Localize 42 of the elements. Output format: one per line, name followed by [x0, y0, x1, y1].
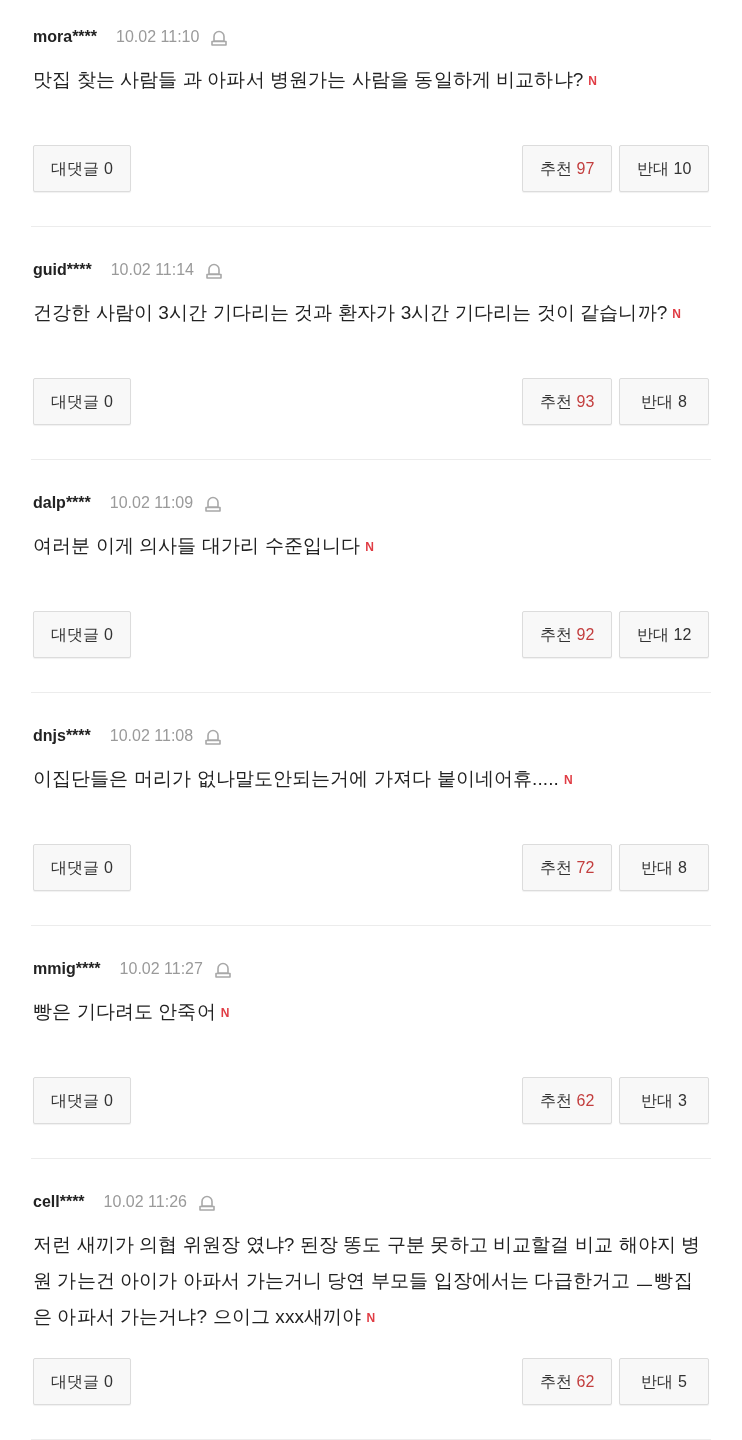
reply-button[interactable]: 대댓글 0	[33, 145, 131, 192]
comment-time: 10.02 11:10	[116, 27, 200, 47]
comment-text: 여러분 이게 의사들 대가리 수준입니다 N	[33, 534, 375, 558]
username: dalp****	[33, 493, 91, 513]
comment-text: 건강한 사람이 3시간 기다리는 것과 환자가 3시간 기다리는 것이 같습니까? N	[33, 301, 682, 325]
comment-time: 10.02 11:08	[109, 726, 194, 746]
siren-icon[interactable]	[205, 494, 222, 512]
comment-text: 빵은 기다려도 안죽어 N	[33, 1000, 231, 1024]
dislike-button[interactable]: 반대 3	[619, 1077, 709, 1124]
reply-button[interactable]: 대댓글 0	[33, 1358, 131, 1405]
reply-button[interactable]: 대댓글 0	[33, 844, 131, 891]
like-button[interactable]: 추천 62	[522, 1358, 612, 1405]
dislike-button[interactable]: 반대 12	[619, 611, 709, 658]
comment-time: 10.02 11:27	[119, 959, 203, 979]
username: cell****	[33, 1192, 85, 1212]
siren-icon[interactable]	[214, 960, 231, 978]
siren-icon[interactable]	[211, 28, 228, 46]
username: dnjs****	[33, 726, 91, 746]
like-button[interactable]: 추천 62	[522, 1077, 612, 1124]
comment-text: 맛집 찾는 사람들 과 아파서 병원가는 사람을 동일하게 비교하냐? N	[33, 68, 598, 92]
dislike-button[interactable]: 반대 10	[619, 145, 709, 192]
comment-time: 10.02 11:26	[103, 1192, 187, 1212]
username: mora****	[33, 27, 98, 47]
dislike-button[interactable]: 반대 8	[619, 378, 709, 425]
siren-icon[interactable]	[198, 1193, 215, 1211]
reply-button[interactable]: 대댓글 0	[33, 1077, 131, 1124]
username: mmig****	[33, 959, 101, 979]
like-button[interactable]: 추천 97	[522, 145, 612, 192]
siren-icon[interactable]	[206, 261, 222, 279]
comment-time: 10.02 11:09	[109, 493, 194, 513]
username: guid****	[33, 260, 92, 280]
reply-button[interactable]: 대댓글 0	[33, 611, 131, 658]
like-button[interactable]: 추천 93	[522, 378, 612, 425]
siren-icon[interactable]	[205, 727, 222, 745]
like-button[interactable]: 추천 72	[522, 844, 612, 891]
reply-button[interactable]: 대댓글 0	[33, 378, 131, 425]
dislike-button[interactable]: 반대 5	[619, 1358, 709, 1405]
comment-time: 10.02 11:14	[110, 260, 194, 280]
dislike-button[interactable]: 반대 8	[619, 844, 709, 891]
comment-text: 이집단들은 머리가 없나말도안되는거에 가져다 붙이네어휴..... N	[33, 767, 574, 791]
comment-text: 저런 새끼가 의협 위원장 였냐? 된장 똥도 구분 못하고 비교할걸 비교 해야지 병원 가는건 아이가 아파서 가는거니 당연 부모들 입장에서는 다급한거고 ㅡ빵집은 아파서 가는거냐? 으이그 xxx새끼야 N	[33, 1233, 702, 1329]
like-button[interactable]: 추천 92	[522, 611, 612, 658]
